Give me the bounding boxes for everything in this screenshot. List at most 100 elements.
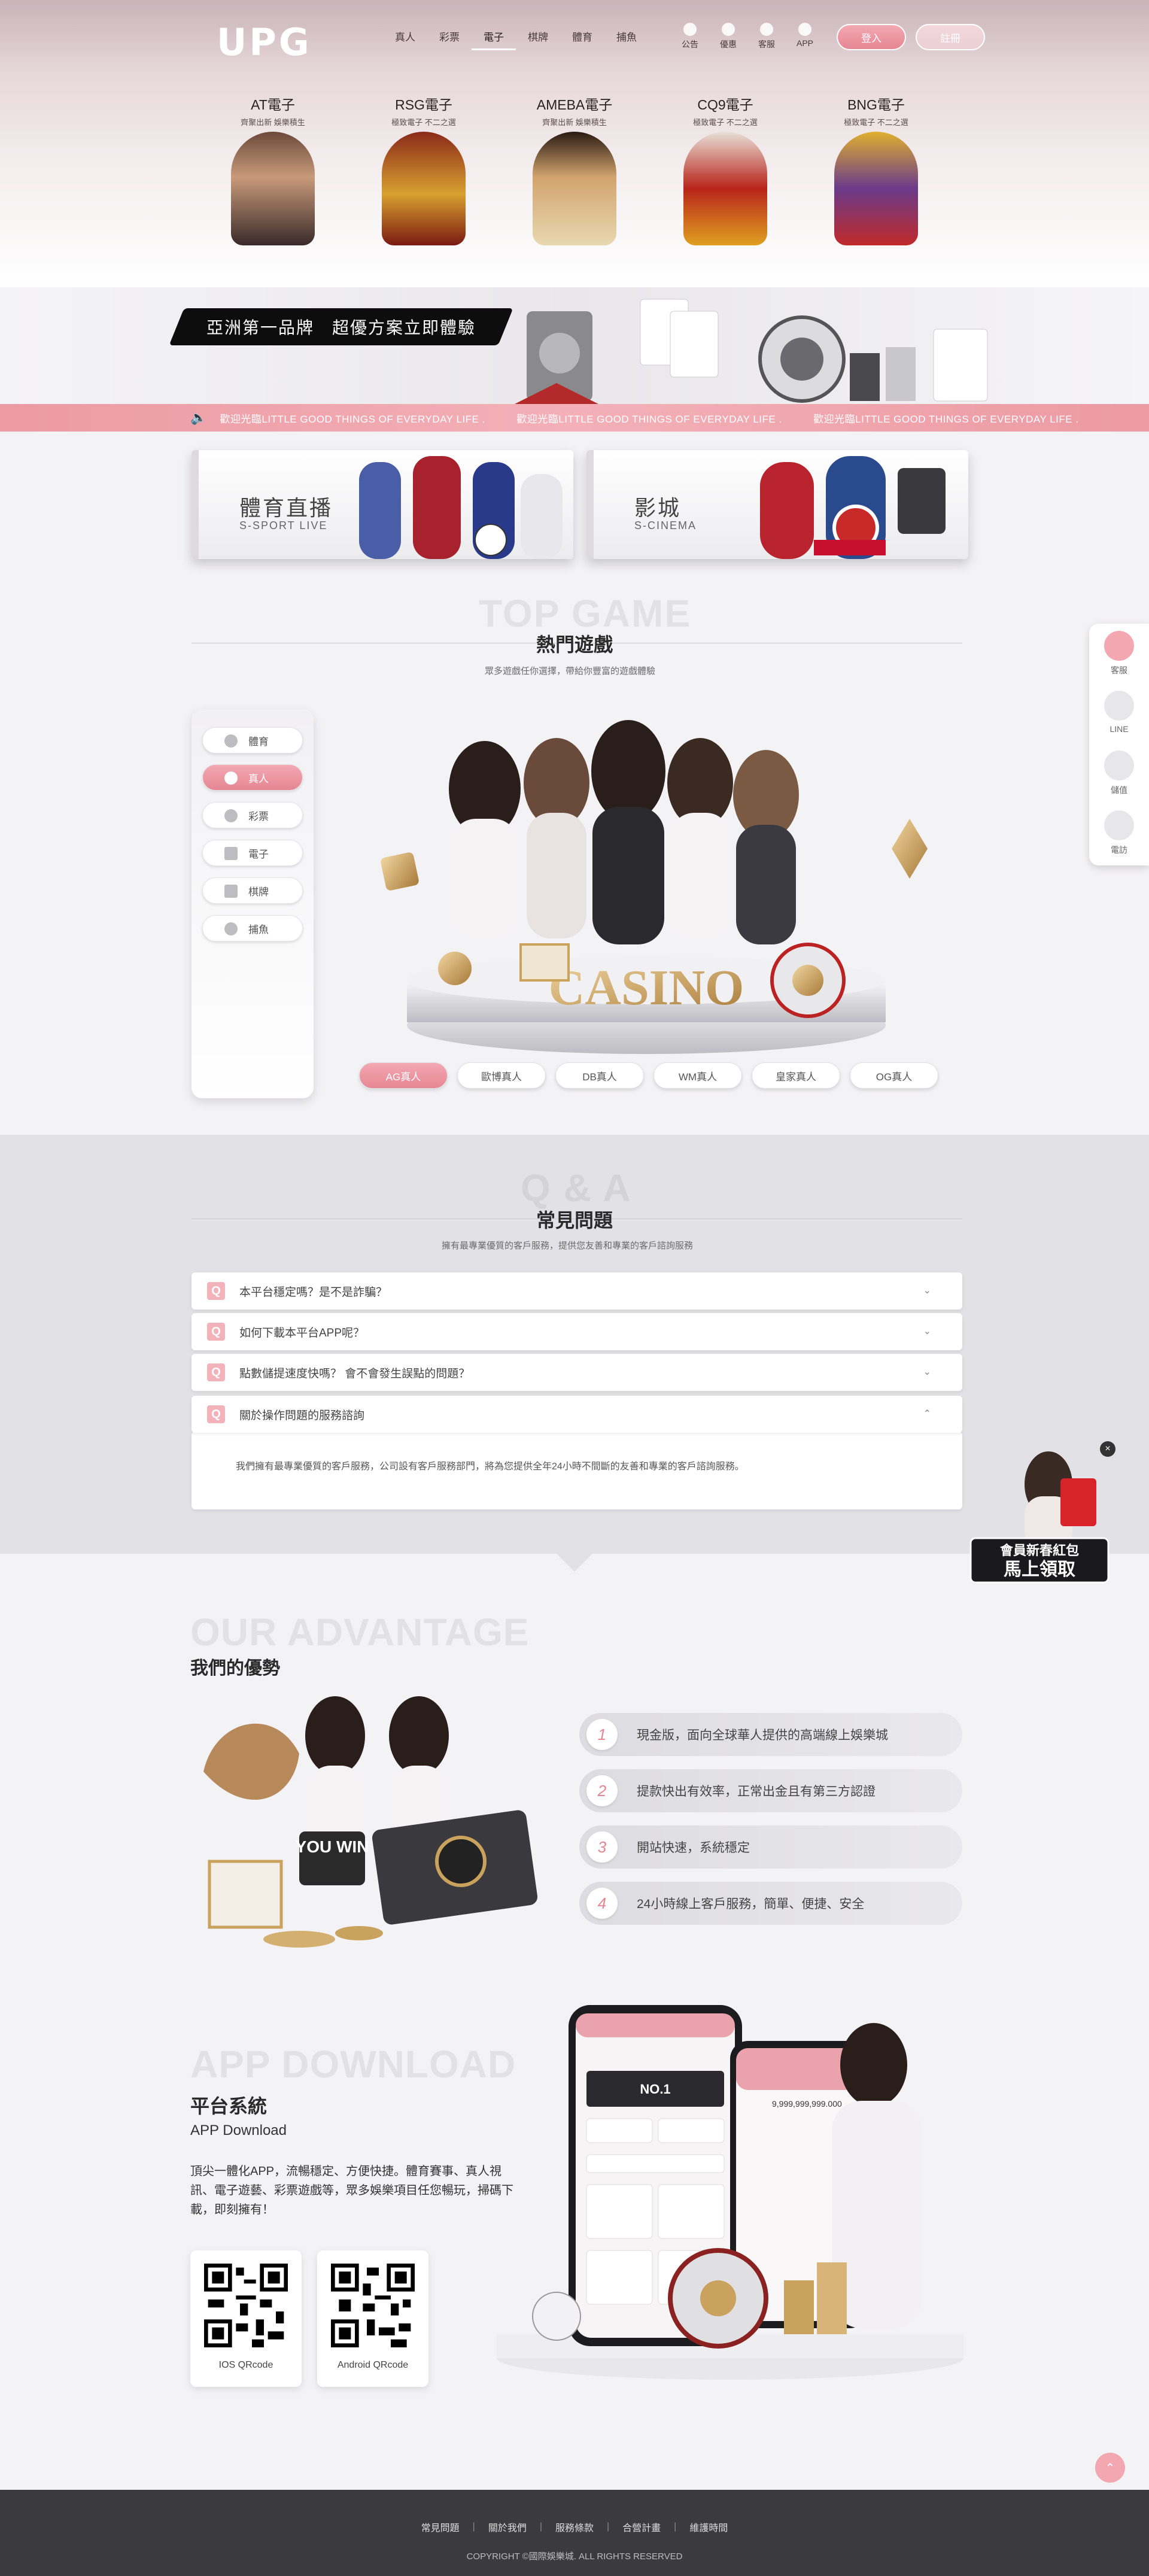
- faq-question: 本平台穩定嗎？是不是詐騙？: [239, 1286, 388, 1299]
- ios-qrcode-card[interactable]: IOS QRcode: [190, 2250, 302, 2387]
- provider-desc: 齊聚出新 娛樂積生: [542, 118, 607, 127]
- category-tab-lottery[interactable]: 彩票: [202, 802, 303, 828]
- faq-question: 關於操作問題的服務諮詢: [239, 1409, 365, 1422]
- provider-tab-ag[interactable]: AG真人: [359, 1062, 448, 1089]
- support-icon: [760, 23, 773, 36]
- faq-title: 常見問題: [536, 1210, 613, 1231]
- bell-icon: [683, 23, 697, 36]
- footer-link-maintenance[interactable]: 維護時間: [689, 2520, 728, 2534]
- provider-tab-wm[interactable]: WM真人: [653, 1062, 742, 1089]
- promo-banner[interactable]: 亞洲第一品牌 超優方案立即體驗: [0, 287, 1149, 404]
- category-tab-chess[interactable]: 棋牌: [202, 877, 303, 904]
- footer-link-faq[interactable]: 常見問題: [421, 2520, 460, 2534]
- float-label: 儲值: [1111, 785, 1127, 795]
- top-game-subtitle: 眾多遊戲任你選擇，帶給你豐富的遊戲體驗: [485, 666, 656, 676]
- cinema-sub: S-CINEMA: [634, 520, 697, 531]
- provider-tab-allbet[interactable]: 歐博真人: [457, 1062, 546, 1089]
- chevron-down-icon: ⌄: [923, 1286, 931, 1296]
- site-logo[interactable]: UPG: [217, 20, 312, 64]
- footer-link-about[interactable]: 關於我們: [488, 2520, 527, 2534]
- category-tab-sports[interactable]: 體育: [202, 727, 303, 754]
- advantage-item: 1 現金版，面向全球華人提供的高端線上娛樂城: [579, 1713, 962, 1756]
- announcement-label: 公告: [682, 40, 698, 49]
- nav-item-chess[interactable]: 棋牌: [516, 29, 560, 50]
- hero-section: UPG 真人 彩票 電子 棋牌 體育 捕魚 公告 優惠 客服 APP 登入 註冊…: [0, 0, 1149, 287]
- float-label: 客服: [1111, 666, 1127, 675]
- provider-card-at[interactable]: AT電子 齊聚出新 娛樂積生: [197, 90, 348, 287]
- footer-link-terms[interactable]: 服務條款: [555, 2520, 594, 2534]
- faq-bg-title: Q & A: [521, 1167, 632, 1210]
- top-game-bg-title: TOP GAME: [479, 592, 692, 635]
- sport-live-card[interactable]: 體育直播 S-SPORT LIVE: [192, 450, 573, 559]
- float-call-button[interactable]: 電訪: [1089, 803, 1149, 863]
- support-link[interactable]: 客服: [752, 23, 782, 50]
- chevron-down-icon: ⌄: [923, 1326, 931, 1336]
- footer-link-affiliate[interactable]: 合營計畫: [622, 2520, 661, 2534]
- faq-item[interactable]: Q 本平台穩定嗎？是不是詐騙？ ⌄: [192, 1272, 962, 1310]
- phone-balance: 9,999,999,999.000: [772, 2099, 842, 2109]
- faq-item[interactable]: Q 如何下載本平台APP呢？ ⌄: [192, 1313, 962, 1350]
- announcement-marquee[interactable]: 🔈 歡迎光臨LITTLE GOOD THINGS OF EVERYDAY LIF…: [0, 404, 1149, 432]
- promotion-link[interactable]: 優惠: [713, 23, 743, 50]
- float-deposit-button[interactable]: 儲值: [1089, 743, 1149, 803]
- advantage-text: 開站快速，系統穩定: [637, 1841, 750, 1855]
- dice-icon: [224, 771, 238, 785]
- category-label: 棋牌: [248, 886, 269, 898]
- category-tab-slots[interactable]: 電子: [202, 840, 303, 866]
- faq-question: 點數儲提速度快嗎？ 會不會發生誤點的問題？: [239, 1367, 470, 1380]
- footer-links: 常見問題 | 關於我們 | 服務條款 | 合營計畫 | 維護時間: [0, 2520, 1149, 2534]
- advantage-text: 提款快出有效率，正常出金且有第三方認證: [637, 1785, 876, 1799]
- promotion-label: 優惠: [720, 40, 737, 49]
- wallet-icon: [1104, 751, 1134, 780]
- card-icon: [224, 885, 238, 898]
- ios-qrcode-label: IOS QRcode: [218, 2360, 273, 2370]
- float-support-button[interactable]: 客服: [1089, 624, 1149, 684]
- nav-item-sports[interactable]: 體育: [560, 29, 604, 50]
- close-icon[interactable]: ×: [1100, 1441, 1115, 1457]
- qr-code-image: [331, 2264, 415, 2347]
- category-label: 彩票: [248, 810, 269, 822]
- provider-card-ameba[interactable]: AMEBA電子 齊聚出新 娛樂積生: [499, 90, 650, 287]
- provider-character-image: [533, 132, 616, 245]
- faq-item[interactable]: Q 點數儲提速度快嗎？ 會不會發生誤點的問題？ ⌄: [192, 1354, 962, 1391]
- provider-card-cq9[interactable]: CQ9電子 極致電子 不二之選: [650, 90, 801, 287]
- sport-live-title: 體育直播: [239, 496, 333, 520]
- provider-desc: 極致電子 不二之選: [391, 118, 456, 127]
- gift-icon: [722, 23, 735, 36]
- nav-item-live[interactable]: 真人: [383, 29, 427, 50]
- back-to-top-button[interactable]: ⌃: [1095, 2453, 1125, 2483]
- category-label: 真人: [248, 773, 269, 785]
- provider-tab-royal[interactable]: 皇家真人: [752, 1062, 840, 1089]
- qr-code-image: [204, 2264, 288, 2347]
- app-title: 平台系統: [190, 2095, 268, 2117]
- copyright: COPYRIGHT ©國際娛樂城. ALL RIGHTS RESERVED: [466, 2551, 683, 2562]
- advantage-text: 現金版，面向全球華人提供的高端線上娛樂城: [637, 1729, 888, 1742]
- phone-icon: [1104, 810, 1134, 840]
- float-line-button[interactable]: LINE: [1089, 684, 1149, 743]
- hongbao-line2: 馬上領取: [1004, 1559, 1075, 1579]
- lottery-ball-icon: [224, 809, 238, 822]
- login-button[interactable]: 登入: [837, 24, 906, 50]
- provider-card-rsg[interactable]: RSG電子 極致電子 不二之選: [348, 90, 499, 287]
- advantage-illustration: YOU WIN: [203, 1696, 538, 1948]
- nav-item-lottery[interactable]: 彩票: [427, 29, 472, 50]
- register-button[interactable]: 註冊: [916, 24, 985, 50]
- category-tab-live[interactable]: 真人: [202, 764, 303, 791]
- nav-item-fishing[interactable]: 捕魚: [604, 29, 649, 50]
- nav-item-slots[interactable]: 電子: [472, 29, 516, 50]
- category-tab-fishing[interactable]: 捕魚: [202, 915, 303, 941]
- provider-tab-db[interactable]: DB真人: [555, 1062, 644, 1089]
- announcement-link[interactable]: 公告: [675, 23, 705, 50]
- provider-tab-og[interactable]: OG真人: [850, 1062, 938, 1089]
- chevron-up-icon: ⌃: [923, 1409, 931, 1419]
- app-label: APP: [796, 38, 813, 48]
- faq-item-expanded[interactable]: Q 關於操作問題的服務諮詢 ⌃: [192, 1396, 962, 1433]
- android-qrcode-card[interactable]: Android QRcode: [317, 2250, 428, 2387]
- question-mark-icon: Q: [207, 1405, 225, 1423]
- cinema-card[interactable]: 影城 S-CINEMA: [586, 450, 968, 559]
- provider-character-image: [683, 132, 767, 245]
- red-envelope-promo[interactable]: 會員新春紅包 馬上領取: [965, 1442, 1114, 1592]
- provider-card-bng[interactable]: BNG電子 極致電子 不二之選: [801, 90, 952, 287]
- app-link[interactable]: APP: [790, 23, 820, 50]
- phone-banner-text: NO.1: [640, 2082, 670, 2097]
